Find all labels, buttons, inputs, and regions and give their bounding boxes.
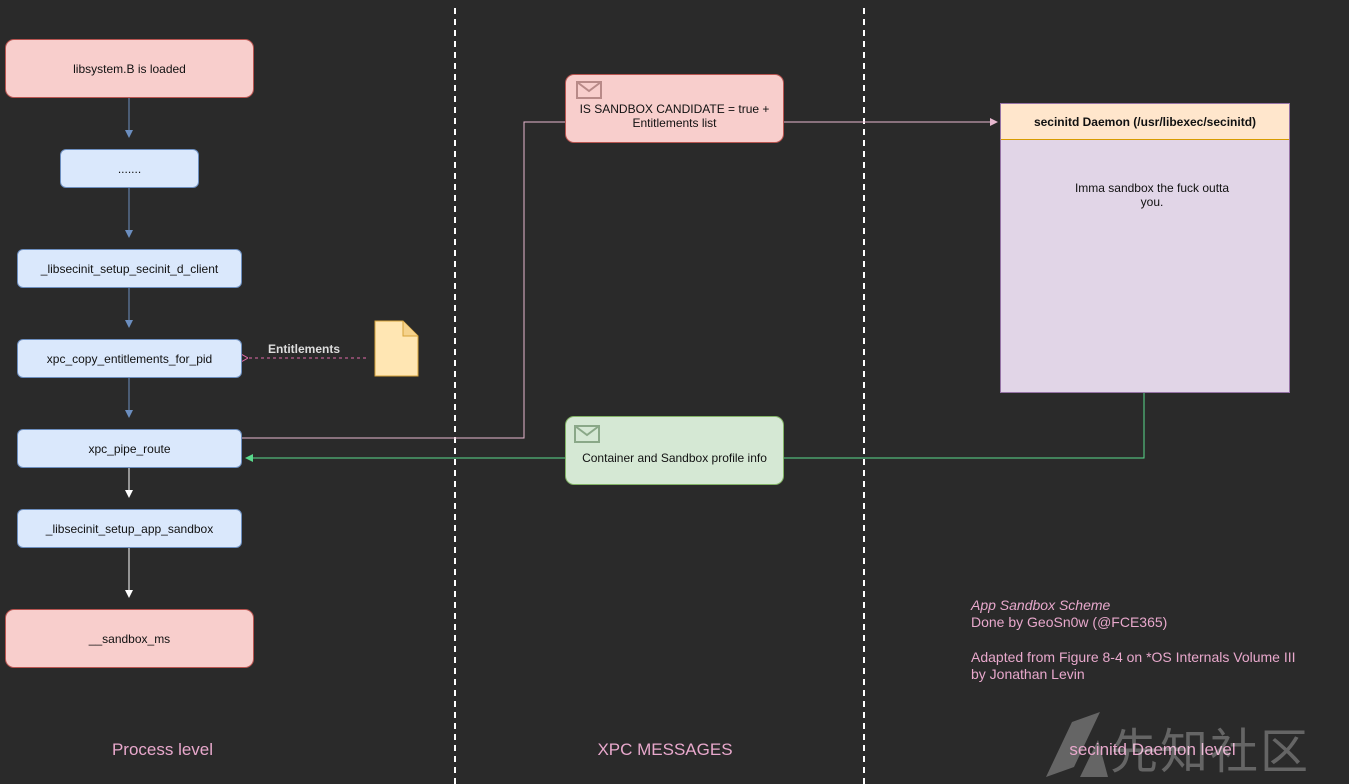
node-copy-entitlements: xpc_copy_entitlements_for_pid bbox=[17, 339, 242, 378]
message-candidate-label: IS SANDBOX CANDIDATE = true + Entitlemen… bbox=[579, 101, 770, 130]
daemon-title: secinitd Daemon (/usr/libexec/secinitd) bbox=[1001, 104, 1289, 140]
watermark-text: 先知社区 bbox=[1110, 724, 1311, 780]
node-copy-entitlements-label: xpc_copy_entitlements_for_pid bbox=[46, 351, 213, 366]
arrow-request-to-daemon bbox=[242, 118, 998, 439]
credits-author: Done by GeoSn0w (@FCE365) bbox=[971, 614, 1168, 630]
node-setup-secinit-client: _libsecinit_setup_secinit_d_client bbox=[17, 249, 242, 288]
node-dots-label: ....... bbox=[117, 161, 142, 176]
node-libsystem-loaded: libsystem.B is loaded bbox=[5, 39, 254, 98]
node-pipe-route: xpc_pipe_route bbox=[17, 429, 242, 468]
message-sandbox-candidate: IS SANDBOX CANDIDATE = true + Entitlemen… bbox=[565, 74, 784, 143]
entitlements-label: Entitlements bbox=[268, 342, 341, 356]
message-container-label: Container and Sandbox profile info bbox=[582, 450, 767, 465]
lane-label-xpc: XPC MESSAGES bbox=[597, 740, 733, 759]
node-libsystem-label: libsystem.B is loaded bbox=[73, 61, 186, 76]
speech-bubble-text: Imma sandbox the fuck outta you. bbox=[1074, 181, 1230, 209]
node-setup-app-sandbox: _libsecinit_setup_app_sandbox bbox=[17, 509, 242, 548]
document-icon bbox=[374, 320, 419, 377]
credits-title: App Sandbox Scheme bbox=[971, 597, 1111, 613]
node-dots: ....... bbox=[60, 149, 199, 188]
envelope-icon bbox=[576, 81, 602, 99]
node-setup-client-label: _libsecinit_setup_secinit_d_client bbox=[40, 261, 219, 276]
node-setup-sandbox-label: _libsecinit_setup_app_sandbox bbox=[45, 521, 214, 536]
credits-block: App Sandbox Scheme Done by GeoSn0w (@FCE… bbox=[971, 597, 1296, 683]
message-container-profile: Container and Sandbox profile info bbox=[565, 416, 784, 485]
daemon-container: secinitd Daemon (/usr/libexec/secinitd) bbox=[1000, 103, 1290, 393]
node-sandbox-ms: __sandbox_ms bbox=[5, 609, 254, 668]
diagram-canvas: libsystem.B is loaded ....... _libsecini… bbox=[0, 0, 1349, 784]
node-pipe-route-label: xpc_pipe_route bbox=[88, 441, 171, 456]
node-sandbox-ms-label: __sandbox_ms bbox=[88, 631, 171, 646]
credits-by: by Jonathan Levin bbox=[971, 666, 1085, 682]
envelope-icon bbox=[574, 425, 600, 443]
lane-label-process: Process level bbox=[111, 740, 214, 759]
credits-adapted: Adapted from Figure 8-4 on *OS Internals… bbox=[971, 649, 1296, 665]
